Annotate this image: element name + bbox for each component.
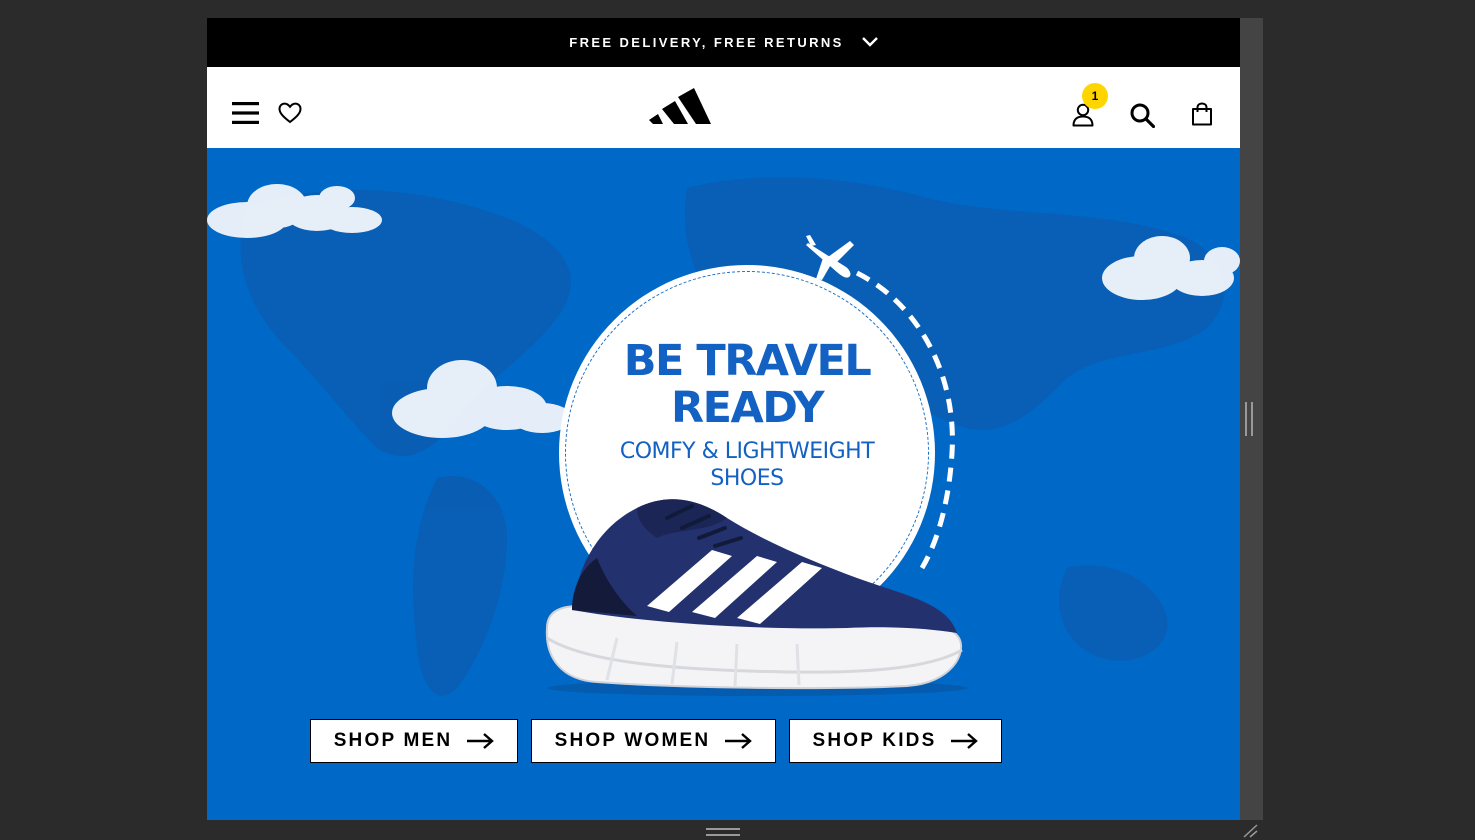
arrow-right-icon (951, 733, 979, 749)
promo-text: FREE DELIVERY, FREE RETURNS (569, 35, 844, 50)
arrow-right-icon (467, 733, 495, 749)
vertical-resize-handle[interactable] (1240, 18, 1263, 820)
cloud-graphic (207, 184, 382, 238)
adidas-logo[interactable] (648, 87, 712, 127)
cloud-graphic (1102, 236, 1240, 300)
shop-men-label: SHOP MEN (333, 730, 453, 751)
chevron-down-icon[interactable] (861, 34, 878, 52)
hero-subheadline: COMFY & LIGHTWEIGHT SHOES (597, 438, 897, 492)
search-icon[interactable] (1129, 102, 1155, 128)
hero-banner[interactable]: BE TRAVEL READY COMFY & LIGHTWEIGHT SHOE… (207, 148, 1240, 820)
resize-grip-icon (1245, 402, 1253, 436)
hero-title-line1: BE TRAVEL (623, 336, 872, 386)
shop-women-button[interactable]: SHOP WOMEN (531, 719, 776, 763)
shop-men-button[interactable]: SHOP MEN (310, 719, 518, 763)
hamburger-menu-icon[interactable] (231, 100, 259, 126)
horizontal-resize-handle[interactable] (706, 828, 740, 836)
shopping-bag-icon[interactable] (1190, 101, 1214, 127)
shop-women-label: SHOP WOMEN (554, 730, 711, 751)
hero-title-line2: READY (671, 383, 824, 433)
promo-bar[interactable]: FREE DELIVERY, FREE RETURNS (207, 18, 1240, 67)
hero-headline: BE TRAVEL READY (597, 338, 897, 432)
shop-kids-label: SHOP KIDS (812, 730, 937, 751)
shop-kids-button[interactable]: SHOP KIDS (789, 719, 1002, 763)
browser-viewport: FREE DELIVERY, FREE RETURNS 1 BE TRAVEL … (207, 18, 1240, 820)
corner-resize-icon[interactable] (1241, 824, 1259, 838)
arrow-right-icon (725, 733, 753, 749)
cloud-graphic (392, 360, 572, 438)
account-badge: 1 (1082, 83, 1108, 109)
airplane-icon (806, 235, 854, 280)
hero-subtitle-line1: COMFY & LIGHTWEIGHT (619, 439, 875, 464)
heart-icon[interactable] (277, 101, 303, 125)
running-shoe-image (545, 499, 967, 696)
site-header: 1 (207, 67, 1240, 148)
